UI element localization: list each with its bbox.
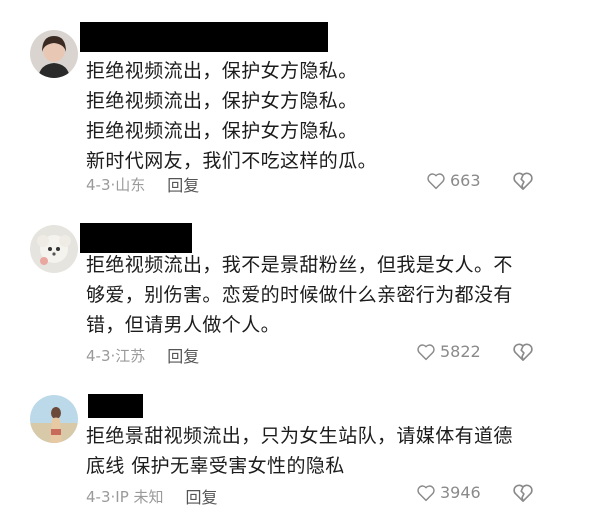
- broken-heart-icon: [513, 484, 533, 502]
- heart-outline-icon: [417, 484, 435, 501]
- dislike-button[interactable]: [512, 483, 534, 507]
- like-button[interactable]: 663: [426, 171, 481, 190]
- comment-meta: 4-3·IP 未知 回复: [86, 484, 218, 508]
- reply-button[interactable]: 回复: [167, 343, 199, 367]
- like-button[interactable]: 3946: [416, 483, 481, 502]
- broken-heart-icon: [513, 172, 533, 190]
- comment-item: 拒绝景甜视频流出，只为女生站队，请媒体有道德 底线 保护无辜受害女性的隐私 4-…: [0, 385, 597, 532]
- heart-outline-icon: [427, 172, 445, 189]
- username-redacted[interactable]: [88, 394, 143, 418]
- comment-text: 拒绝视频流出，保护女方隐私。 拒绝视频流出，保护女方隐私。 拒绝视频流出，保护女…: [86, 60, 378, 172]
- comment-date-location: 4-3·江苏: [86, 346, 146, 365]
- username-redacted[interactable]: [80, 22, 328, 52]
- like-count: 5822: [440, 342, 481, 361]
- comment-date-location: 4-3·山东: [86, 175, 146, 194]
- comment-item: 拒绝视频流出，我不是景甜粉丝，但我是女人。不 够爱，别伤害。恋爱的时候做什么亲密…: [0, 210, 597, 380]
- comment-text: 拒绝视频流出，我不是景甜粉丝，但我是女人。不 够爱，别伤害。恋爱的时候做什么亲密…: [86, 254, 513, 336]
- dislike-button[interactable]: [512, 342, 534, 366]
- like-count: 3946: [440, 483, 481, 502]
- avatar[interactable]: [30, 225, 78, 273]
- comment-text: 拒绝景甜视频流出，只为女生站队，请媒体有道德 底线 保护无辜受害女性的隐私: [86, 425, 513, 477]
- like-button[interactable]: 5822: [416, 342, 481, 361]
- comment-meta: 4-3·江苏 回复: [86, 343, 199, 367]
- comment-meta: 4-3·山东 回复: [86, 172, 199, 196]
- avatar[interactable]: [30, 30, 78, 78]
- comment-date-location: 4-3·IP 未知: [86, 487, 164, 506]
- heart-outline-icon: [417, 343, 435, 360]
- avatar[interactable]: [30, 395, 78, 443]
- reply-button[interactable]: 回复: [167, 172, 199, 196]
- reply-button[interactable]: 回复: [186, 484, 218, 508]
- like-count: 663: [450, 171, 481, 190]
- dislike-button[interactable]: [512, 171, 534, 195]
- broken-heart-icon: [513, 343, 533, 361]
- username-redacted[interactable]: [80, 223, 192, 253]
- comment-item: 拒绝视频流出，保护女方隐私。 拒绝视频流出，保护女方隐私。 拒绝视频流出，保护女…: [0, 0, 597, 200]
